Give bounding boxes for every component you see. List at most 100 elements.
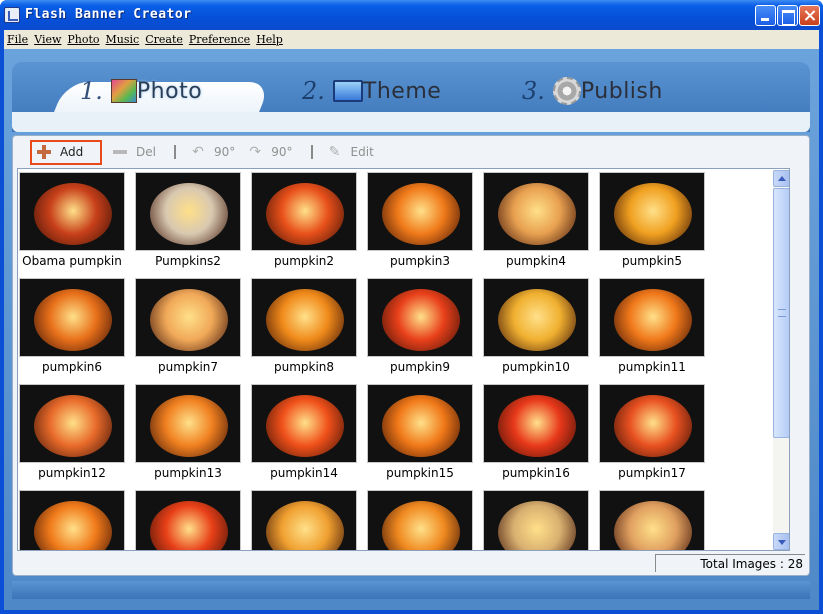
scroll-up-button[interactable] bbox=[773, 170, 789, 187]
thumbnail-image[interactable] bbox=[251, 278, 357, 357]
thumbnail-caption: pumpkin2 bbox=[273, 254, 335, 268]
image-thumbnail[interactable]: pumpkin7 bbox=[135, 278, 241, 382]
menu-preference[interactable]: Preference bbox=[186, 33, 253, 46]
thumbnail-image[interactable] bbox=[367, 172, 473, 251]
edit-button[interactable]: ✎ Edit bbox=[323, 140, 382, 164]
pumpkin-shape bbox=[382, 183, 460, 245]
tab-photo[interactable]: 1. Photo bbox=[80, 73, 202, 109]
image-thumbnail[interactable]: pumpkin10 bbox=[483, 278, 589, 382]
pumpkin-shape bbox=[498, 289, 576, 351]
thumbnail-image[interactable] bbox=[483, 172, 589, 251]
image-thumbnail[interactable] bbox=[483, 490, 589, 550]
image-thumbnail[interactable]: pumpkin4 bbox=[483, 172, 589, 276]
menu-music[interactable]: Music bbox=[103, 33, 143, 46]
tab-number: 3. bbox=[522, 77, 545, 105]
image-thumbnail[interactable]: pumpkin17 bbox=[599, 384, 705, 488]
thumbnail-image[interactable] bbox=[599, 384, 705, 463]
thumbnail-image[interactable] bbox=[19, 490, 125, 550]
monitor-icon bbox=[332, 80, 363, 102]
thumbnail-image[interactable] bbox=[135, 172, 241, 251]
thumbnail-caption: pumpkin5 bbox=[621, 254, 683, 268]
image-thumbnail[interactable]: Obama pumpkin bbox=[19, 172, 125, 276]
thumbnail-image[interactable] bbox=[483, 278, 589, 357]
client-area: 1. Photo 2. Theme 3. Publish Add Del ↶ 9… bbox=[4, 49, 819, 610]
image-thumbnail[interactable]: Pumpkins2 bbox=[135, 172, 241, 276]
thumbnail-image[interactable] bbox=[251, 384, 357, 463]
total-images-status: Total Images : 28 bbox=[655, 554, 805, 572]
tab-number: 2. bbox=[302, 77, 325, 105]
thumbnail-image[interactable] bbox=[367, 490, 473, 550]
tab-theme[interactable]: 2. Theme bbox=[302, 73, 441, 109]
pumpkin-shape bbox=[382, 501, 460, 550]
menu-create[interactable]: Create bbox=[142, 33, 186, 46]
thumbnail-image[interactable] bbox=[367, 278, 473, 357]
thumbnail-image[interactable] bbox=[135, 278, 241, 357]
thumbnail-image[interactable] bbox=[19, 172, 125, 251]
delete-label: Del bbox=[136, 145, 156, 159]
image-thumbnail[interactable]: pumpkin16 bbox=[483, 384, 589, 488]
image-thumbnail[interactable]: pumpkin13 bbox=[135, 384, 241, 488]
thumbnail-image[interactable] bbox=[135, 384, 241, 463]
bottom-edge bbox=[12, 581, 810, 599]
rotate-left-button[interactable]: ↶ 90° bbox=[186, 140, 243, 164]
vertical-scrollbar[interactable] bbox=[773, 170, 789, 550]
thumbnail-image[interactable] bbox=[135, 490, 241, 550]
image-thumbnail[interactable]: pumpkin6 bbox=[19, 278, 125, 382]
app-icon[interactable] bbox=[4, 7, 20, 23]
scroll-thumb[interactable] bbox=[773, 188, 789, 438]
pumpkin-shape bbox=[34, 395, 112, 457]
image-thumbnail[interactable]: pumpkin8 bbox=[251, 278, 357, 382]
thumbnail-image[interactable] bbox=[19, 278, 125, 357]
thumbnail-caption: pumpkin6 bbox=[41, 360, 103, 374]
pumpkin-shape bbox=[266, 289, 344, 351]
thumbnail-image[interactable] bbox=[483, 384, 589, 463]
pumpkin-shape bbox=[34, 183, 112, 245]
thumbnail-caption: pumpkin7 bbox=[157, 360, 219, 374]
image-thumbnail[interactable] bbox=[251, 490, 357, 550]
image-thumbnail[interactable] bbox=[135, 490, 241, 550]
close-button[interactable] bbox=[799, 5, 820, 26]
rotate-left-label: 90° bbox=[213, 145, 236, 159]
image-thumbnail[interactable]: pumpkin15 bbox=[367, 384, 473, 488]
thumbnail-image[interactable] bbox=[599, 490, 705, 550]
image-thumbnail[interactable]: pumpkin11 bbox=[599, 278, 705, 382]
toolbar: Add Del ↶ 90° ↷ 90° ✎ Edit bbox=[23, 138, 523, 166]
image-gallery[interactable]: Obama pumpkin Pumpkins2 pumpkin2 pumpkin3 pu… bbox=[17, 168, 790, 551]
thumbnail-image[interactable] bbox=[251, 490, 357, 550]
menu-help[interactable]: Help bbox=[253, 33, 286, 46]
image-thumbnail[interactable]: pumpkin2 bbox=[251, 172, 357, 276]
thumbnail-caption: pumpkin15 bbox=[386, 466, 454, 480]
menu-photo[interactable]: Photo bbox=[64, 33, 102, 46]
minimize-button[interactable] bbox=[755, 5, 776, 26]
pumpkin-shape bbox=[150, 395, 228, 457]
window-title: Flash Banner Creator bbox=[25, 7, 192, 22]
image-thumbnail[interactable] bbox=[599, 490, 705, 550]
add-button[interactable]: Add bbox=[30, 139, 102, 165]
menu-file[interactable]: File bbox=[4, 33, 31, 46]
pumpkin-shape bbox=[266, 183, 344, 245]
image-thumbnail[interactable] bbox=[19, 490, 125, 550]
thumbnail-image[interactable] bbox=[483, 490, 589, 550]
menu-view[interactable]: View bbox=[31, 33, 64, 46]
maximize-button[interactable] bbox=[777, 5, 798, 26]
add-label: Add bbox=[60, 145, 84, 159]
thumbnail-image[interactable] bbox=[367, 384, 473, 463]
thumbnail-image[interactable] bbox=[251, 172, 357, 251]
image-thumbnail[interactable]: pumpkin3 bbox=[367, 172, 473, 276]
image-thumbnail[interactable]: pumpkin12 bbox=[19, 384, 125, 488]
image-thumbnail[interactable]: pumpkin5 bbox=[599, 172, 705, 276]
scroll-down-button[interactable] bbox=[773, 533, 789, 550]
image-thumbnail[interactable]: pumpkin14 bbox=[251, 384, 357, 488]
tab-publish[interactable]: 3. Publish bbox=[522, 73, 663, 109]
pumpkin-shape bbox=[150, 289, 228, 351]
thumbnail-image[interactable] bbox=[599, 278, 705, 357]
image-thumbnail[interactable]: pumpkin9 bbox=[367, 278, 473, 382]
thumbnail-image[interactable] bbox=[19, 384, 125, 463]
rotate-right-button[interactable]: ↷ 90° bbox=[243, 140, 300, 164]
delete-button[interactable]: Del bbox=[108, 140, 164, 164]
image-thumbnail[interactable] bbox=[367, 490, 473, 550]
pumpkin-shape bbox=[382, 289, 460, 351]
thumbnail-image[interactable] bbox=[599, 172, 705, 251]
title-bar[interactable]: Flash Banner Creator bbox=[0, 0, 823, 30]
rotate-right-icon: ↷ bbox=[249, 144, 262, 160]
